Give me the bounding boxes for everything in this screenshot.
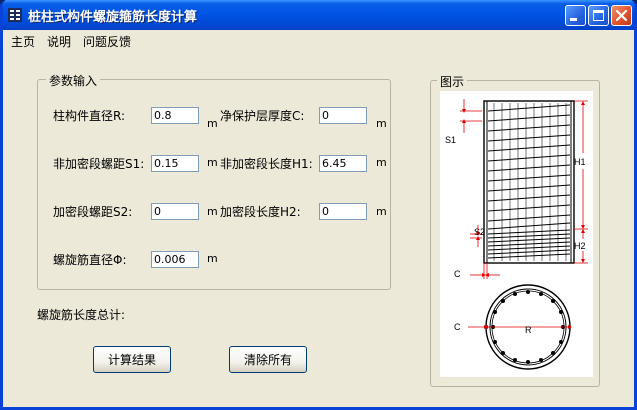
dense-pitch-input[interactable] [151, 203, 199, 220]
non-dense-length-label: 非加密段长度H1: [220, 157, 313, 171]
c-section-label: C [454, 322, 461, 332]
dense-length-label: 加密段长度H2: [220, 205, 301, 219]
c-elevation-dimension: C [454, 263, 500, 279]
dense-length-unit: m [376, 205, 387, 218]
cover-thickness-unit: m [376, 117, 387, 130]
non-dense-length-input[interactable] [319, 155, 367, 172]
s1-label: S1 [445, 135, 456, 145]
non-dense-pitch-input[interactable] [151, 155, 199, 172]
maximize-button[interactable] [588, 5, 609, 26]
minimize-icon [570, 18, 577, 21]
menu-bar: 主页 说明 问题反馈 [3, 30, 634, 50]
menu-feedback[interactable]: 问题反馈 [83, 33, 131, 50]
column-diameter-label: 柱构件直径R: [53, 109, 126, 123]
non-dense-pitch-unit: m [207, 156, 218, 169]
non-dense-length-unit: m [376, 156, 387, 169]
s2-dimension: S2 [470, 225, 485, 247]
r-label: R [525, 325, 532, 335]
column-diameter-unit: m [207, 117, 218, 130]
dense-length-input[interactable] [319, 203, 367, 220]
spiral-diameter-unit: m [207, 252, 218, 265]
c-elevation-label: C [454, 269, 461, 279]
app-icon [8, 8, 22, 22]
input-group-title: 参数输入 [46, 72, 101, 89]
clear-all-button[interactable]: 清除所有 [229, 346, 307, 373]
cover-thickness-input[interactable] [319, 107, 367, 124]
title-bar[interactable]: 桩柱式构件螺旋箍筋长度计算 [3, 0, 634, 30]
dense-pitch-unit: m [207, 205, 218, 218]
column-diameter-input[interactable] [151, 107, 199, 124]
close-icon [615, 9, 628, 22]
spiral-diameter-input[interactable] [151, 251, 199, 268]
cover-thickness-label: 净保护层厚度C: [220, 109, 305, 123]
s2-label: S2 [474, 227, 485, 237]
window-title: 桩柱式构件螺旋箍筋长度计算 [28, 10, 198, 25]
calculate-button[interactable]: 计算结果 [93, 346, 171, 373]
spiral-diagram: S1 S2 H1 H2 C R C [440, 91, 593, 377]
menu-home[interactable]: 主页 [11, 33, 35, 50]
maximize-icon [593, 10, 604, 21]
column-elevation [483, 100, 575, 264]
height-dimensions: H1 H2 [574, 100, 588, 264]
h1-label: H1 [574, 157, 586, 167]
diagram-group-title: 图示 [437, 73, 468, 90]
spiral-diameter-label: 螺旋筋直径Φ: [53, 253, 127, 267]
main-window: 桩柱式构件螺旋箍筋长度计算 主页 说明 问题反馈 参数输入 柱构件直径R: m … [0, 0, 637, 410]
h2-label: H2 [574, 241, 586, 251]
spiral-diagram-svg: S1 S2 H1 H2 C R C [445, 99, 588, 370]
menu-help[interactable]: 说明 [47, 33, 71, 50]
minimize-button[interactable] [565, 5, 586, 26]
column-cross-section: R C [454, 284, 572, 370]
s1-dimension: S1 [445, 99, 482, 145]
dense-pitch-label: 加密段螺距S2: [53, 205, 133, 219]
close-button[interactable] [611, 5, 632, 26]
total-length-label: 螺旋筋长度总计: [37, 308, 126, 322]
non-dense-pitch-label: 非加密段螺距S1: [53, 157, 145, 171]
